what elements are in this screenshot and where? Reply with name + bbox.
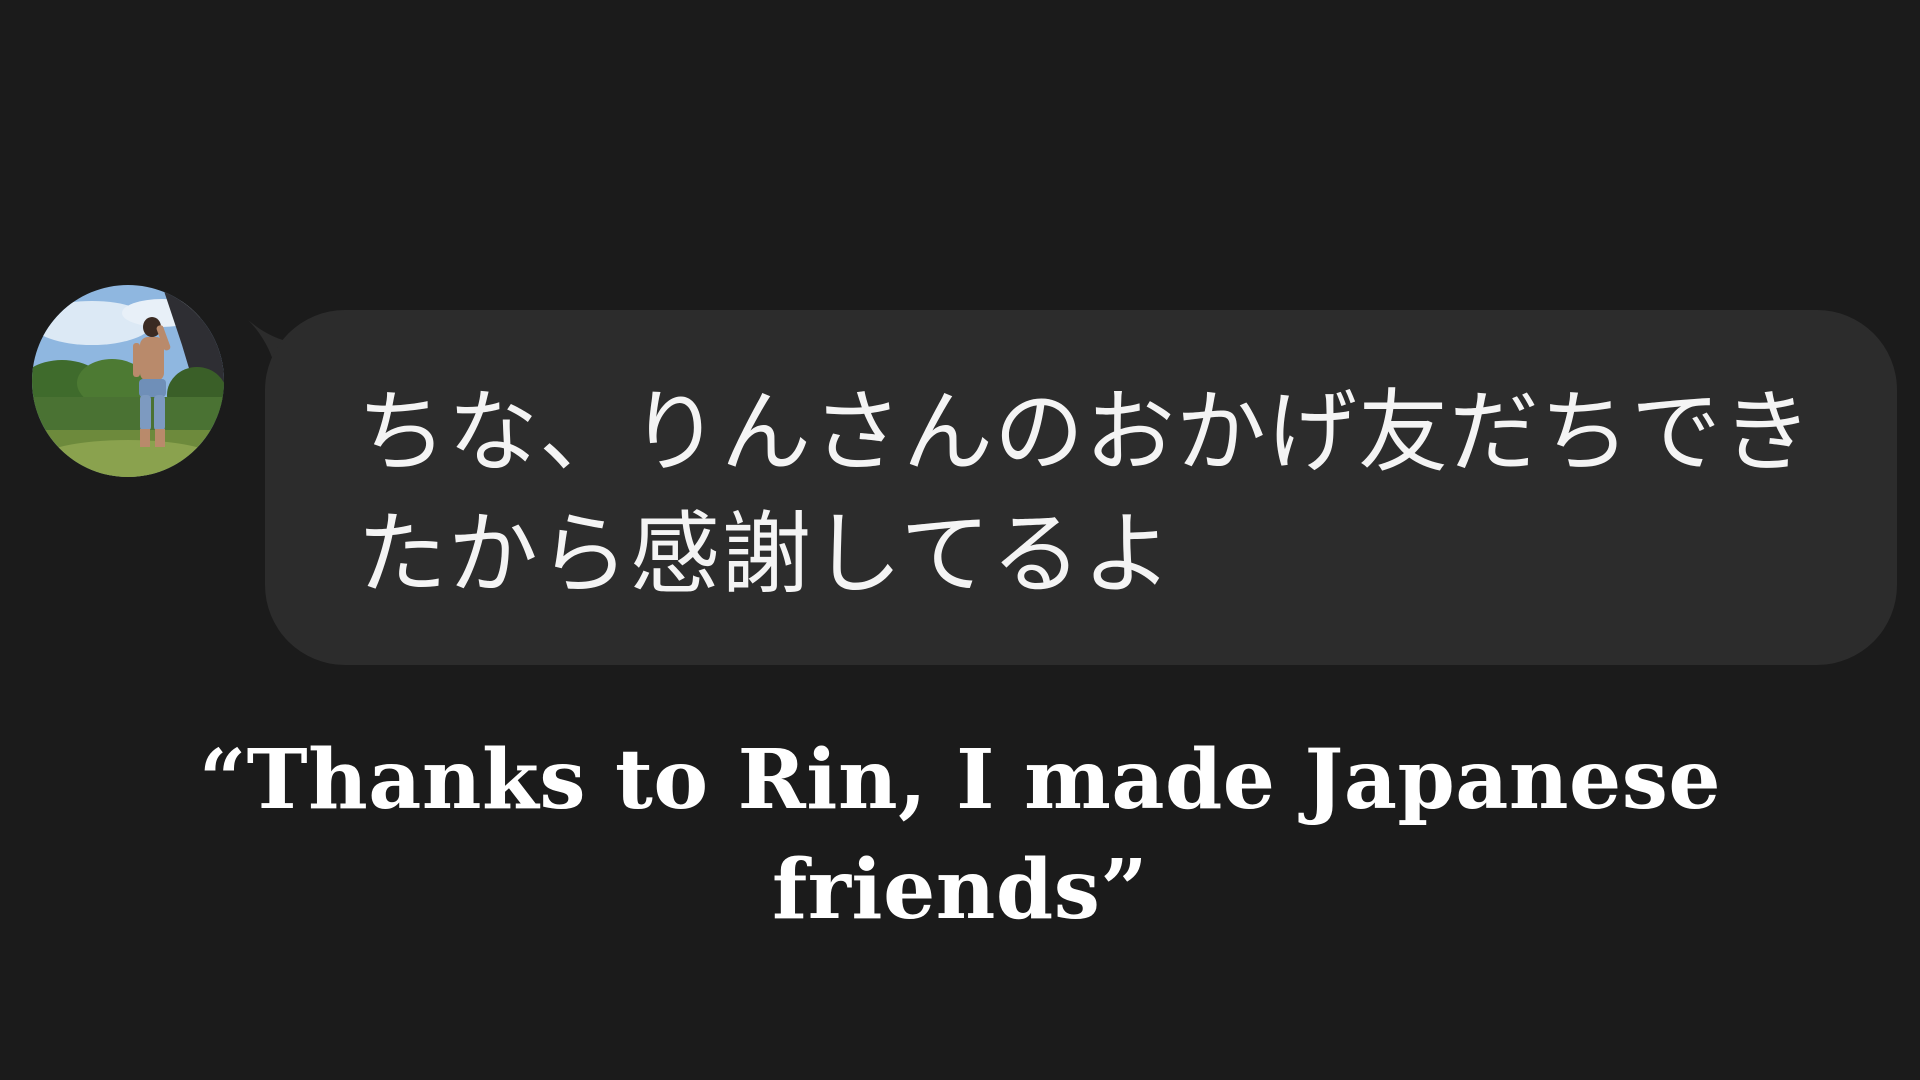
- avatar-photo: [32, 285, 224, 477]
- chat-screenshot: ちな、りんさんのおかげ友だちできたから感謝してるよ “Thanks to Rin…: [0, 0, 1920, 1080]
- translation-caption: “Thanks to Rin, I made Japanese friends”: [198, 732, 1722, 938]
- avatar[interactable]: [32, 285, 224, 477]
- message-bubble[interactable]: ちな、りんさんのおかげ友だちできたから感謝してるよ: [265, 310, 1897, 665]
- message-text: ちな、りんさんのおかげ友だちできたから感謝してるよ: [357, 380, 1813, 607]
